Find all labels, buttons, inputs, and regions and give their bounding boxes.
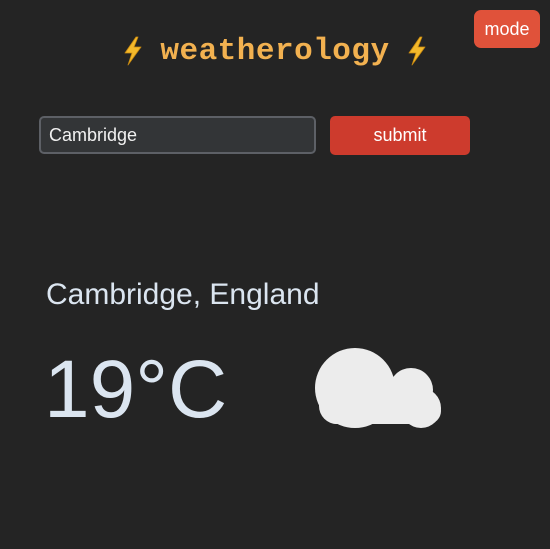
- cloud-icon: [315, 344, 445, 428]
- temperature-reading: 19°C: [44, 344, 228, 435]
- city-search-input[interactable]: [39, 116, 316, 154]
- app-title: weatherology: [160, 33, 390, 69]
- lightning-bolt-icon: [122, 36, 144, 66]
- submit-button[interactable]: submit: [330, 116, 470, 155]
- app-header: weatherology: [0, 28, 550, 74]
- location-label: Cambridge, England: [46, 278, 320, 311]
- lightning-bolt-icon: [406, 36, 428, 66]
